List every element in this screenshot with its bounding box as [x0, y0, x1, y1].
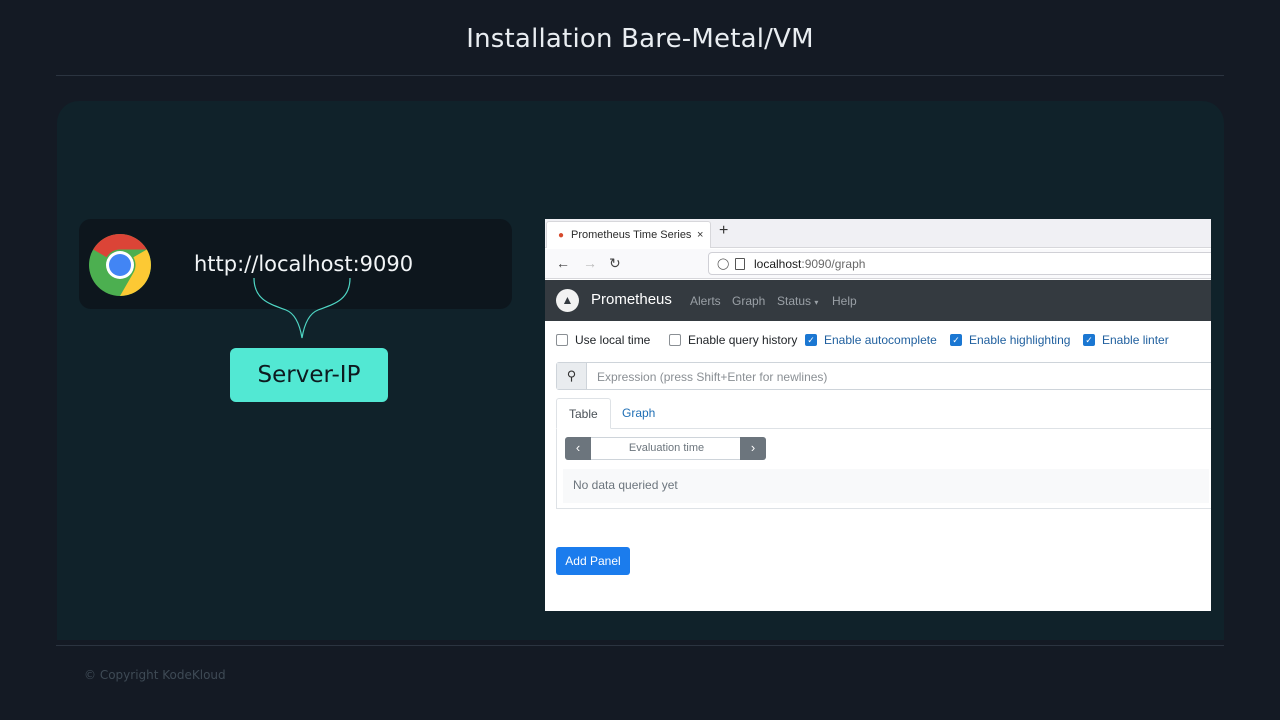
- option-use-local-time[interactable]: Use local time: [556, 333, 650, 347]
- nav-status-label: Status: [777, 294, 812, 308]
- expression-placeholder: Expression (press Shift+Enter for newlin…: [597, 370, 828, 384]
- prometheus-favicon-icon: ●: [557, 229, 565, 241]
- prometheus-navbar: ▲ Prometheus Alerts Graph Status ▾ Help: [545, 280, 1211, 321]
- evaluation-time-input[interactable]: Evaluation time: [592, 442, 741, 454]
- option-label: Enable autocomplete: [824, 333, 937, 347]
- evaluation-time-control: ‹ Evaluation time ›: [565, 437, 766, 460]
- caret-down-icon: ▾: [814, 298, 819, 307]
- page-icon: [735, 257, 745, 270]
- new-tab-button[interactable]: +: [719, 222, 728, 240]
- search-icon[interactable]: ⚲: [557, 363, 587, 389]
- prometheus-brand[interactable]: Prometheus: [591, 291, 672, 308]
- tab-title: Prometheus Time Series: [571, 229, 692, 241]
- checkbox-checked[interactable]: ✓: [950, 334, 962, 346]
- url-text: http://localhost:9090: [194, 252, 414, 276]
- add-panel-button[interactable]: Add Panel: [556, 547, 630, 575]
- option-enable-linter[interactable]: ✓ Enable linter: [1083, 333, 1169, 347]
- slide-title: Installation Bare-Metal/VM: [466, 24, 814, 54]
- footer-divider: [56, 645, 1224, 646]
- connector-brace: [253, 277, 351, 339]
- checkbox[interactable]: [669, 334, 681, 346]
- chrome-icon: [89, 234, 151, 296]
- title-divider: [56, 75, 1224, 76]
- chevron-left-icon[interactable]: ‹: [565, 437, 591, 460]
- back-arrow-icon[interactable]: ←: [556, 255, 570, 271]
- chevron-right-icon[interactable]: ›: [740, 437, 766, 460]
- query-options: Use local time Enable query history ✓ En…: [556, 333, 1211, 349]
- result-tabs: Table Graph: [556, 398, 1211, 429]
- option-label: Enable highlighting: [969, 333, 1071, 347]
- shield-icon: ◯: [717, 258, 730, 270]
- reload-icon[interactable]: ↻: [609, 255, 621, 272]
- option-label: Enable linter: [1102, 333, 1169, 347]
- navigation-bar: ← → ↻ ◯ localhost:9090/graph: [545, 249, 1211, 279]
- tab-graph[interactable]: Graph: [610, 398, 667, 429]
- checkbox-checked[interactable]: ✓: [1083, 334, 1095, 346]
- nav-alerts[interactable]: Alerts: [690, 294, 721, 308]
- checkbox[interactable]: [556, 334, 568, 346]
- option-enable-highlighting[interactable]: ✓ Enable highlighting: [950, 333, 1070, 347]
- option-label: Use local time: [575, 333, 651, 347]
- url-path: :9090/graph: [801, 256, 866, 271]
- url-host: localhost: [754, 256, 802, 271]
- nav-help[interactable]: Help: [832, 294, 857, 308]
- table-panel: ‹ Evaluation time › No data queried yet: [556, 429, 1211, 509]
- forward-arrow-icon[interactable]: →: [583, 255, 597, 271]
- browser-tab[interactable]: ● Prometheus Time Series ×: [546, 221, 711, 248]
- nav-graph[interactable]: Graph: [732, 294, 765, 308]
- option-label: Enable query history: [688, 333, 798, 347]
- nav-status[interactable]: Status ▾: [777, 294, 818, 308]
- checkbox-checked[interactable]: ✓: [805, 334, 817, 346]
- tab-table[interactable]: Table: [556, 398, 611, 429]
- expression-input[interactable]: ⚲ Expression (press Shift+Enter for newl…: [556, 362, 1211, 390]
- browser-window: ● Prometheus Time Series × + ← → ↻ ◯ loc…: [545, 219, 1211, 611]
- no-data-message: No data queried yet: [563, 469, 1209, 503]
- option-enable-query-history[interactable]: Enable query history: [669, 333, 797, 347]
- server-ip-box: Server-IP: [230, 348, 388, 402]
- prometheus-logo-icon[interactable]: ▲: [556, 289, 579, 312]
- copyright: © Copyright KodeKloud: [84, 668, 226, 682]
- tab-bar: ● Prometheus Time Series × +: [545, 219, 1211, 248]
- close-tab-icon[interactable]: ×: [697, 229, 703, 241]
- address-bar[interactable]: ◯ localhost:9090/graph: [708, 252, 1211, 275]
- option-enable-autocomplete[interactable]: ✓ Enable autocomplete: [805, 333, 937, 347]
